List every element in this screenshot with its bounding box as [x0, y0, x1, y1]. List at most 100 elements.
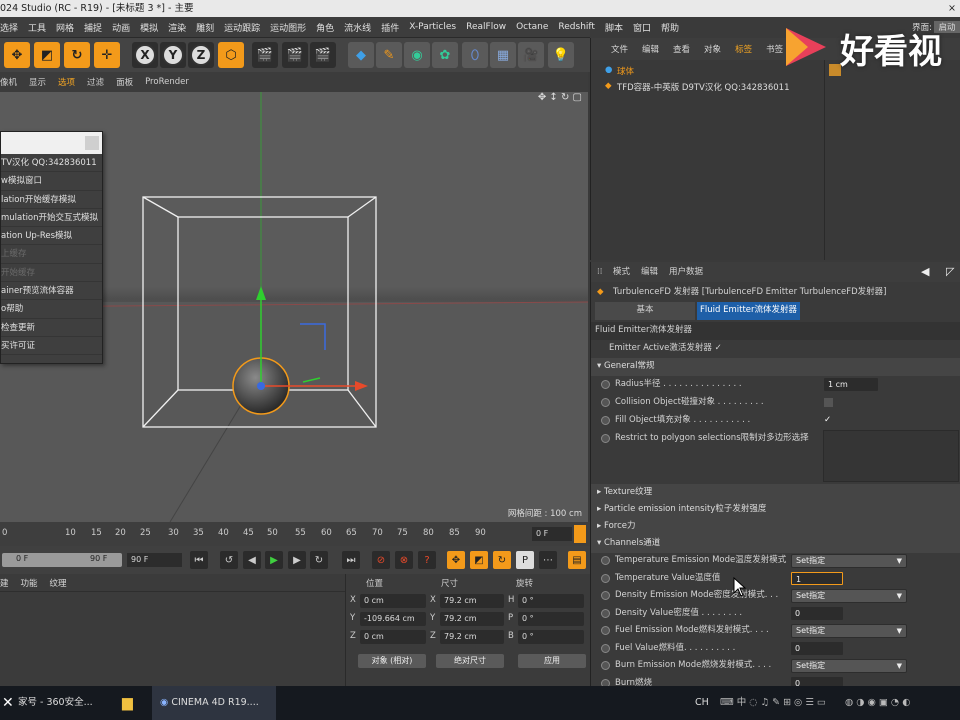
channel-anim-dot[interactable] [601, 643, 610, 653]
material-menu-item[interactable]: 建 [0, 577, 9, 589]
force-section[interactable]: ▸ Force力 [591, 518, 960, 536]
adobe-icon[interactable]: ✕ [2, 686, 14, 720]
floor-icon[interactable]: ▦ [490, 42, 516, 68]
object-item-sphere[interactable]: 球体 [617, 65, 634, 77]
emitter-active-row[interactable]: Emitter Active激活发射器 ✓ [591, 340, 960, 358]
viewport-menu-item[interactable]: 面板 [116, 76, 133, 88]
rotation-field[interactable]: 0 ° [518, 594, 584, 608]
frame-range-slider[interactable]: 0 F 90 F [2, 553, 122, 567]
light-icon[interactable]: 💡 [548, 42, 574, 68]
size-field[interactable]: 79.2 cm [440, 630, 504, 644]
menu-item[interactable]: RealFlow [466, 22, 506, 32]
channel-value-field[interactable]: 0 [791, 606, 843, 620]
subdivision-icon[interactable]: ◉ [404, 42, 430, 68]
coordinate-system-icon[interactable]: ⬡ [218, 42, 244, 68]
coord-mode-select[interactable]: 对象 (相对) [358, 654, 426, 668]
collision-anim-dot[interactable] [601, 398, 610, 407]
radius-anim-dot[interactable] [601, 380, 610, 389]
popup-menu-item[interactable]: 开始缓存 [1, 264, 102, 283]
next-frame-icon[interactable]: ▶ [288, 551, 306, 569]
size-field[interactable]: 79.2 cm [440, 612, 504, 626]
timeline-window-icon[interactable]: ▤ [568, 551, 586, 569]
transform-tool-icon[interactable]: ✛ [94, 42, 120, 68]
material-menu-item[interactable]: 纹理 [50, 577, 67, 589]
close-button[interactable]: × [948, 0, 956, 17]
end-frame-field[interactable]: 90 F [127, 553, 182, 567]
attr-menu-mode[interactable]: 模式 [613, 262, 630, 282]
channel-mode-select[interactable]: Set指定 ▼ [791, 659, 907, 673]
menu-item[interactable]: 动画 [112, 21, 130, 34]
x-axis-lock-icon[interactable]: X [132, 42, 158, 68]
viewport-nav-icons[interactable]: ✥ ↕ ↻ ▢ [538, 92, 582, 103]
prev-frame-icon[interactable]: ◀ [243, 551, 261, 569]
attr-menu-userdata[interactable]: 用户数据 [669, 262, 703, 282]
key-pla-icon[interactable]: ⋯ [539, 551, 557, 569]
object-manager-menu-item[interactable]: 标签 [735, 43, 752, 55]
channel-anim-dot[interactable] [601, 573, 610, 583]
render-settings-icon[interactable]: 🎬 [310, 42, 336, 68]
prev-key-icon[interactable]: ↺ [220, 551, 238, 569]
taskbar-item-browser[interactable]: 家号 - 360安全... [18, 686, 93, 720]
menu-item[interactable]: 网格 [56, 21, 74, 34]
menu-item[interactable]: 角色 [316, 21, 334, 34]
menu-item[interactable]: 插件 [381, 21, 399, 34]
fill-anim-dot[interactable] [601, 416, 610, 425]
camera-icon[interactable]: 🎥 [518, 42, 544, 68]
play-icon[interactable]: ▶ [265, 551, 283, 569]
popup-menu-item[interactable]: w模拟窗口 [1, 172, 102, 191]
position-field[interactable]: 0 cm [360, 594, 426, 608]
object-item-container[interactable]: TFD容器-中英版 D9TV汉化 QQ:342836011 [617, 81, 789, 93]
forward-arrow-icon[interactable]: ◸ [946, 262, 954, 282]
popup-menu-item[interactable]: 检查更新 [1, 319, 102, 337]
menu-item[interactable]: 捕捉 [84, 21, 102, 34]
ime-indicator[interactable]: CH [695, 686, 709, 720]
next-key-icon[interactable]: ↻ [310, 551, 328, 569]
general-section[interactable]: ▾ General常规 [591, 358, 960, 376]
size-field[interactable]: 79.2 cm [440, 594, 504, 608]
menu-item[interactable]: 运动跟踪 [224, 21, 260, 34]
restrict-selection-box[interactable] [823, 430, 959, 482]
menu-item[interactable]: 选择 [0, 21, 18, 34]
menu-item[interactable]: 运动图形 [270, 21, 306, 34]
goto-end-icon[interactable]: ⏭ [342, 551, 360, 569]
channels-section[interactable]: ▾ Channels通道 [591, 535, 960, 553]
menu-item[interactable]: 工具 [28, 21, 46, 34]
collision-checkbox[interactable] [824, 398, 833, 407]
restrict-anim-dot[interactable] [601, 434, 610, 443]
cloner-icon[interactable]: ✿ [432, 42, 458, 68]
timeline-end-icon[interactable] [574, 525, 586, 543]
key-position-icon[interactable]: ✥ [447, 551, 465, 569]
radius-field[interactable]: 1 cm [824, 378, 878, 391]
y-axis-lock-icon[interactable]: Y [160, 42, 186, 68]
emitter-active-label[interactable]: Emitter Active激活发射器 ✓ [609, 340, 722, 358]
apply-button[interactable]: 应用 [518, 654, 586, 668]
attr-menu-edit[interactable]: 编辑 [641, 262, 658, 282]
channel-mode-select[interactable]: Set指定 ▼ [791, 624, 907, 638]
channel-anim-dot[interactable] [601, 608, 610, 618]
explorer-icon[interactable]: ▆ [122, 686, 133, 720]
particle-section[interactable]: ▸ Particle emission intensity粒子发射强度 [591, 501, 960, 519]
object-manager-menu-item[interactable]: 对象 [704, 43, 721, 55]
rotate-tool-icon[interactable]: ↻ [64, 42, 90, 68]
popup-menu-item[interactable]: lation开始缓存模拟 [1, 191, 102, 209]
popup-menu-item[interactable]: ainer预览流体容器 [1, 282, 102, 301]
rotation-field[interactable]: 0 ° [518, 612, 584, 626]
menu-item[interactable]: 窗口 [633, 21, 651, 34]
taskbar-item-c4d[interactable]: ◉ CINEMA 4D R19.... [152, 686, 276, 720]
menu-item[interactable]: 模拟 [140, 21, 158, 34]
key-param-icon[interactable]: P [516, 551, 534, 569]
viewport-menu-item[interactable]: 显示 [29, 76, 46, 88]
menu-item[interactable]: 帮助 [661, 21, 679, 34]
record-icon[interactable]: ⊘ [372, 551, 390, 569]
viewport-menu-item[interactable]: 过滤 [87, 76, 104, 88]
autokey-icon[interactable]: ⊗ [395, 551, 413, 569]
back-arrow-icon[interactable]: ◀ [921, 262, 929, 282]
menu-item[interactable]: 流水线 [344, 21, 371, 34]
popup-menu-item[interactable]: o帮助 [1, 300, 102, 319]
pen-icon[interactable]: ✎ [376, 42, 402, 68]
subtab-fluid-emitter[interactable]: Fluid Emitter流体发射器 [697, 302, 800, 320]
popup-menu-item[interactable]: 上缓存 [1, 245, 102, 264]
render-picture-viewer-icon[interactable]: 🎬 [282, 42, 308, 68]
popup-menu-item[interactable]: ation Up-Res模拟 [1, 227, 102, 246]
object-manager-menu-item[interactable]: 文件 [611, 43, 628, 55]
